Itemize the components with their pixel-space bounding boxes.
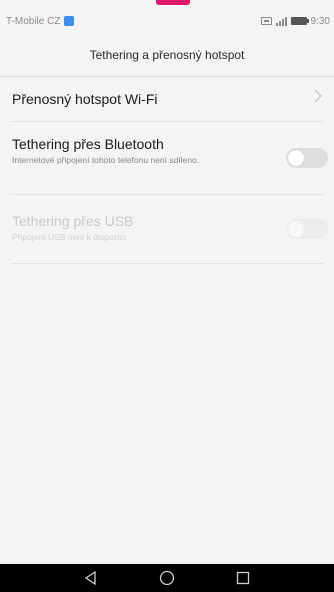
toggle-knob [288, 221, 304, 237]
settings-item-bluetooth-tethering[interactable]: Tethering přes Bluetooth Internetové při… [0, 122, 334, 190]
sim-icon [260, 17, 272, 25]
settings-item-wifi-hotspot[interactable]: Přenosný hotspot Wi-Fi [0, 77, 334, 121]
settings-item-label: Tethering přes Bluetooth [12, 136, 164, 152]
battery-icon [290, 17, 309, 25]
usb-tethering-toggle [286, 219, 328, 239]
page-title: Tethering a přenosný hotspot [89, 48, 245, 62]
recents-icon[interactable] [233, 568, 253, 588]
carrier-label: T-Mobile CZ [6, 15, 61, 27]
status-bar: T-Mobile CZ 9:30 [0, 12, 334, 30]
status-right: 9:30 [260, 15, 330, 27]
screen: T-Mobile CZ 9:30 Tethering a přenosný ho… [0, 0, 334, 592]
settings-item-sublabel: Připojení USB není k dispozici [12, 232, 126, 242]
signal-icon [275, 16, 287, 26]
toggle-knob [288, 150, 304, 166]
settings-item-usb-tethering: Tethering přes USB Připojení USB není k … [0, 195, 334, 259]
top-indicator [156, 0, 190, 5]
chevron-right-icon [314, 89, 322, 106]
divider [10, 263, 324, 264]
navigation-bar [0, 564, 334, 592]
settings-item-label: Přenosný hotspot Wi-Fi [12, 91, 158, 107]
back-icon[interactable] [81, 568, 101, 588]
clock: 9:30 [310, 15, 330, 27]
status-left: T-Mobile CZ [6, 15, 75, 27]
home-icon[interactable] [157, 568, 177, 588]
notification-icon [64, 16, 75, 26]
settings-item-sublabel: Internetové připojení tohoto telefonu ne… [12, 155, 200, 165]
settings-item-label: Tethering přes USB [12, 213, 134, 229]
bluetooth-tethering-toggle[interactable] [286, 148, 328, 168]
